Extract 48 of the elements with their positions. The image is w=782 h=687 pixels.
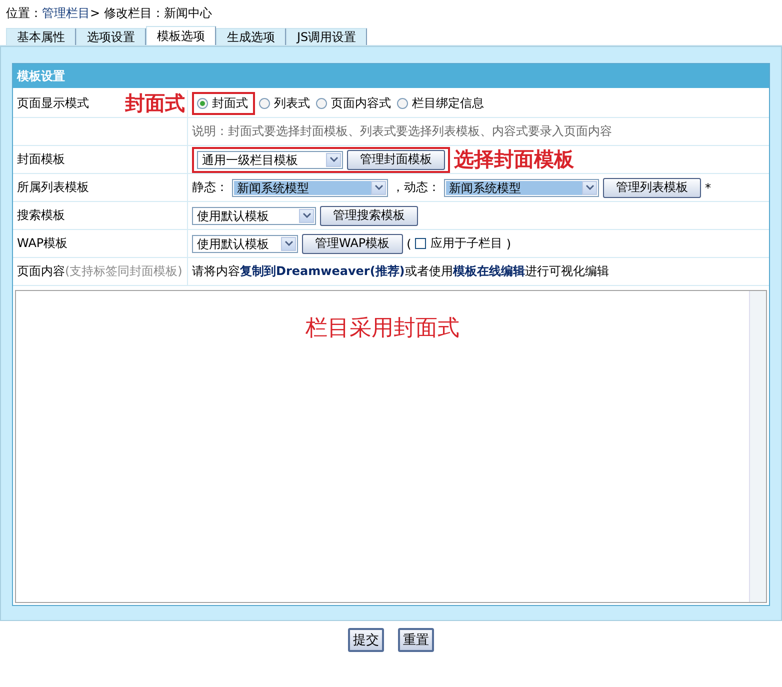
annotation-label: 栏目采用封面式 [306, 315, 460, 341]
note-text: 说明：封面式要选择封面模板、列表式要选择列表模板、内容式要录入页面内容 [192, 123, 612, 140]
field-label: 封面模板 [17, 151, 65, 168]
form-button[interactable]: 提交 [348, 628, 384, 652]
field-label: ，动态： [392, 179, 440, 196]
annotation-label: 封面式 [125, 90, 185, 117]
field-label: 页面显示模式 [17, 95, 89, 112]
dropdown-select[interactable]: 通用一级栏目模板 [197, 150, 343, 168]
dropdown-select[interactable]: 新闻系统模型 [232, 178, 388, 196]
bracket-text: ) [506, 236, 512, 250]
radio-option[interactable]: 页面内容式 [316, 95, 391, 112]
radio-option[interactable]: 列表式 [259, 95, 310, 112]
tab[interactable]: 生成选项 [216, 28, 286, 45]
caret-icon [302, 213, 310, 218]
tab[interactable]: 模板选项 [146, 26, 216, 45]
annotation-label: 选择封面模板 [454, 146, 574, 173]
field-label: 所属列表模板 [17, 179, 89, 196]
field-label: 页面内容(支持标签同封面模板) [17, 263, 182, 280]
required-mark: * [705, 180, 711, 194]
form-button[interactable]: 重置 [398, 628, 434, 652]
manage-button[interactable]: 管理列表模板 [603, 178, 701, 198]
tab[interactable]: 基本属性 [6, 28, 76, 45]
radio-option[interactable]: 栏目绑定信息 [397, 95, 484, 112]
radio-option[interactable]: 封面式 [197, 95, 248, 112]
dropdown-select[interactable]: 使用默认模板 [192, 206, 316, 224]
tab[interactable]: 选项设置 [76, 28, 146, 45]
breadcrumb-link[interactable]: 管理栏目 [42, 4, 90, 22]
breadcrumb-text: 位置： [6, 4, 42, 22]
field-label: 静态： [192, 179, 228, 196]
bracket-text: ( [406, 236, 412, 250]
manage-button[interactable]: 管理WAP模板 [302, 234, 403, 254]
field-label: WAP模板 [17, 235, 68, 252]
scrollbar[interactable] [749, 291, 766, 602]
instruction-text: 请将内容复制到Dreamweaver(推荐)或者使用模板在线编辑进行可视化编辑 [192, 263, 609, 280]
caret-icon [586, 185, 594, 190]
caret-icon [374, 185, 382, 190]
manage-button[interactable]: 管理封面模板 [347, 150, 445, 170]
checkbox[interactable]: 应用于子栏目 [415, 235, 502, 252]
manage-button[interactable]: 管理搜索模板 [320, 206, 418, 226]
caret-icon [330, 157, 338, 162]
content-editor[interactable]: 栏目采用封面式 [15, 290, 767, 603]
caret-icon [284, 241, 292, 246]
section-header: 模板设置 [13, 64, 769, 90]
field-label: 搜索模板 [17, 207, 65, 224]
tab[interactable]: JS调用设置 [286, 28, 368, 45]
dropdown-select[interactable]: 使用默认模板 [192, 234, 298, 252]
dropdown-select[interactable]: 新闻系统模型 [444, 178, 599, 196]
breadcrumb-text: > 修改栏目：新闻中心 [90, 4, 212, 22]
